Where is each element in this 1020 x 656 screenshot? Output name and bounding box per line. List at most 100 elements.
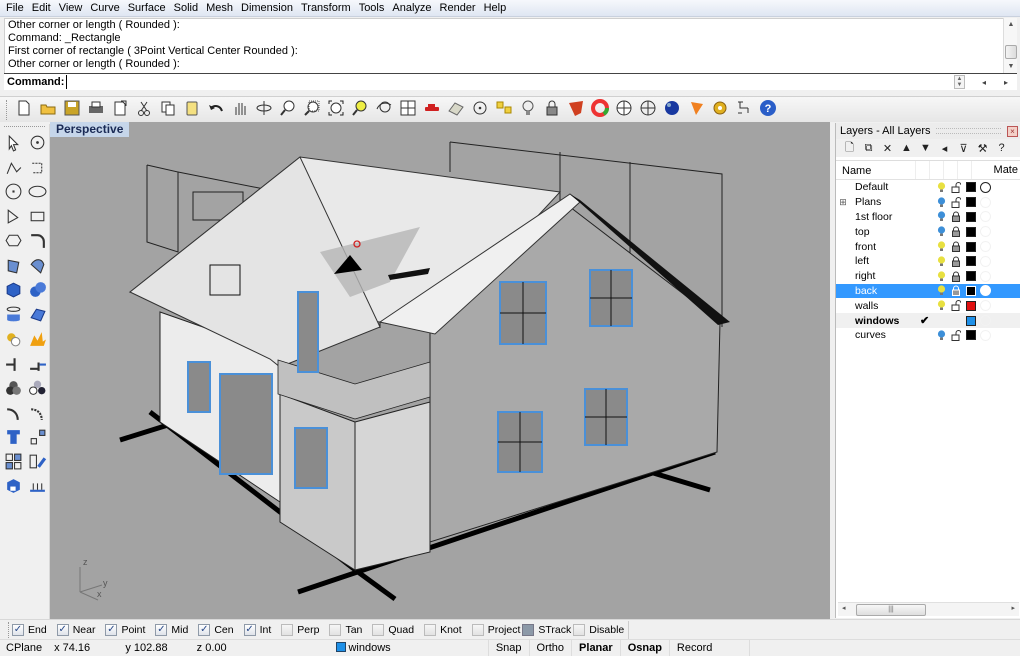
column-material[interactable]: Mate (994, 164, 1020, 176)
osnap-cen[interactable]: ✓ Cen (198, 623, 234, 636)
lock-icon[interactable] (948, 285, 964, 297)
unlock-icon[interactable] (948, 196, 964, 208)
lock-icon[interactable] (948, 241, 964, 253)
lock-icon[interactable] (948, 226, 964, 238)
column-name[interactable]: Name (836, 161, 916, 179)
layer-color-swatch[interactable] (966, 197, 976, 208)
palette-grip[interactable] (4, 126, 45, 130)
trim-tool[interactable] (25, 353, 49, 377)
status-pane-record-history[interactable]: Record History (668, 639, 749, 656)
polygon-tool[interactable] (1, 230, 25, 254)
layer-row-curves[interactable]: curves (836, 328, 1020, 343)
layer-color-swatch[interactable] (966, 211, 976, 222)
four-viewports-button[interactable] (396, 99, 420, 121)
layer-color-swatch[interactable] (966, 226, 976, 237)
layer-name[interactable]: top (850, 226, 920, 238)
command-input[interactable] (66, 75, 954, 89)
layout-button[interactable] (732, 99, 756, 121)
filter-icon[interactable]: ⊽ (954, 142, 973, 155)
material-icon[interactable] (980, 285, 991, 297)
command-spinner[interactable]: ▲ ▼ (954, 75, 965, 89)
material-icon[interactable] (980, 329, 991, 341)
undo-button[interactable] (204, 99, 228, 121)
scroll-down-icon[interactable]: ▼ (1006, 63, 1016, 70)
layer-color-swatch[interactable] (966, 256, 976, 267)
zoom-selected-button[interactable] (348, 99, 372, 121)
osnap-knot[interactable]: Knot (424, 623, 462, 636)
layer-row-right[interactable]: right (836, 269, 1020, 284)
light-bulb-icon[interactable] (934, 182, 948, 193)
material-icon[interactable] (980, 315, 991, 327)
perspective-viewport[interactable]: z y x Perspective (50, 122, 830, 619)
help-icon[interactable]: ? (992, 142, 1011, 154)
scrollbar-thumb[interactable] (1005, 45, 1017, 59)
cut-button[interactable] (132, 99, 156, 121)
status-pane-ortho[interactable]: Ortho (528, 639, 572, 656)
select-objects-button[interactable] (492, 99, 516, 121)
layer-name[interactable]: walls (850, 300, 920, 312)
point-tool[interactable] (25, 132, 49, 156)
lock-button[interactable] (540, 99, 564, 121)
tools-icon[interactable]: ⚒ (973, 142, 992, 155)
layer-color-swatch[interactable] (966, 182, 976, 193)
paste-button[interactable] (180, 99, 204, 121)
layer-name[interactable]: windows (850, 315, 920, 327)
ellipse-tool[interactable] (25, 181, 49, 205)
layer-row-front[interactable]: front (836, 239, 1020, 254)
checkbox[interactable]: ✓ (105, 623, 118, 636)
lock-icon[interactable] (948, 211, 964, 223)
new-layer-icon[interactable]: 🗋 (840, 139, 859, 158)
scroll-up-icon[interactable]: ▲ (1006, 21, 1016, 28)
point-button[interactable] (468, 99, 492, 121)
sphere-solid-tool[interactable] (25, 279, 49, 303)
render-button[interactable] (684, 99, 708, 121)
layer-row-top[interactable]: top (836, 224, 1020, 239)
zoom-dynamic-button[interactable] (276, 99, 300, 121)
status-pane-planar[interactable]: Planar (571, 639, 620, 656)
layer-row-walls[interactable]: walls (836, 298, 1020, 313)
layer-row-plans[interactable]: ⊞ Plans (836, 195, 1020, 210)
material-icon[interactable] (980, 226, 991, 238)
undo-view-button[interactable] (372, 99, 396, 121)
material-icon[interactable] (980, 181, 991, 193)
osnap-mid[interactable]: ✓ Mid (155, 623, 188, 636)
unlock-icon[interactable] (948, 300, 964, 312)
fillet-curve-tool[interactable] (25, 230, 49, 254)
layer-color-swatch[interactable] (966, 300, 976, 311)
layers-hscrollbar[interactable]: ◂ ||| ▸ (838, 602, 1019, 616)
color-wheel-button[interactable] (588, 99, 612, 121)
layer-name[interactable]: right (850, 270, 920, 282)
lock-icon[interactable] (948, 271, 964, 282)
checkbox[interactable]: ✓ (12, 623, 24, 636)
osnap-int[interactable]: ✓ Int (243, 623, 271, 636)
curve-cv-tool[interactable] (25, 157, 49, 181)
osnap-end[interactable]: ✓ End (12, 623, 47, 636)
menu-surface[interactable]: Surface (126, 0, 172, 17)
osnap-grip[interactable] (8, 621, 10, 638)
unlock-icon[interactable] (948, 329, 964, 341)
menu-mesh[interactable]: Mesh (204, 0, 239, 17)
text-tool[interactable] (1, 426, 25, 450)
osnap-perp[interactable]: Perp (281, 623, 319, 636)
pan-button[interactable] (228, 99, 252, 121)
boolean-union-tool[interactable] (1, 328, 25, 352)
move-left-icon[interactable]: ◂ (935, 142, 954, 155)
lock-icon[interactable] (948, 256, 964, 267)
menu-view[interactable]: View (57, 0, 89, 17)
layer-name[interactable]: 1st floor (850, 211, 920, 223)
move-up-icon[interactable]: ▲ (897, 142, 916, 154)
mesh-tool[interactable] (25, 304, 49, 328)
checkbox[interactable]: ✓ (56, 623, 69, 636)
print-button[interactable] (84, 99, 108, 121)
material-icon[interactable] (980, 211, 991, 223)
unlock-icon[interactable] (948, 181, 964, 193)
layer-name[interactable]: left (850, 255, 920, 267)
layer-row-windows[interactable]: windows ✔ (836, 313, 1020, 328)
light-bulb-icon[interactable] (934, 226, 948, 237)
menu-render[interactable]: Render (438, 0, 482, 17)
layer-name[interactable]: curves (850, 329, 920, 341)
menu-transform[interactable]: Transform (299, 0, 357, 17)
menu-analyze[interactable]: Analyze (390, 0, 437, 17)
command-next-icon[interactable]: ▸ (995, 78, 1017, 87)
layer-color-swatch[interactable] (966, 285, 976, 296)
